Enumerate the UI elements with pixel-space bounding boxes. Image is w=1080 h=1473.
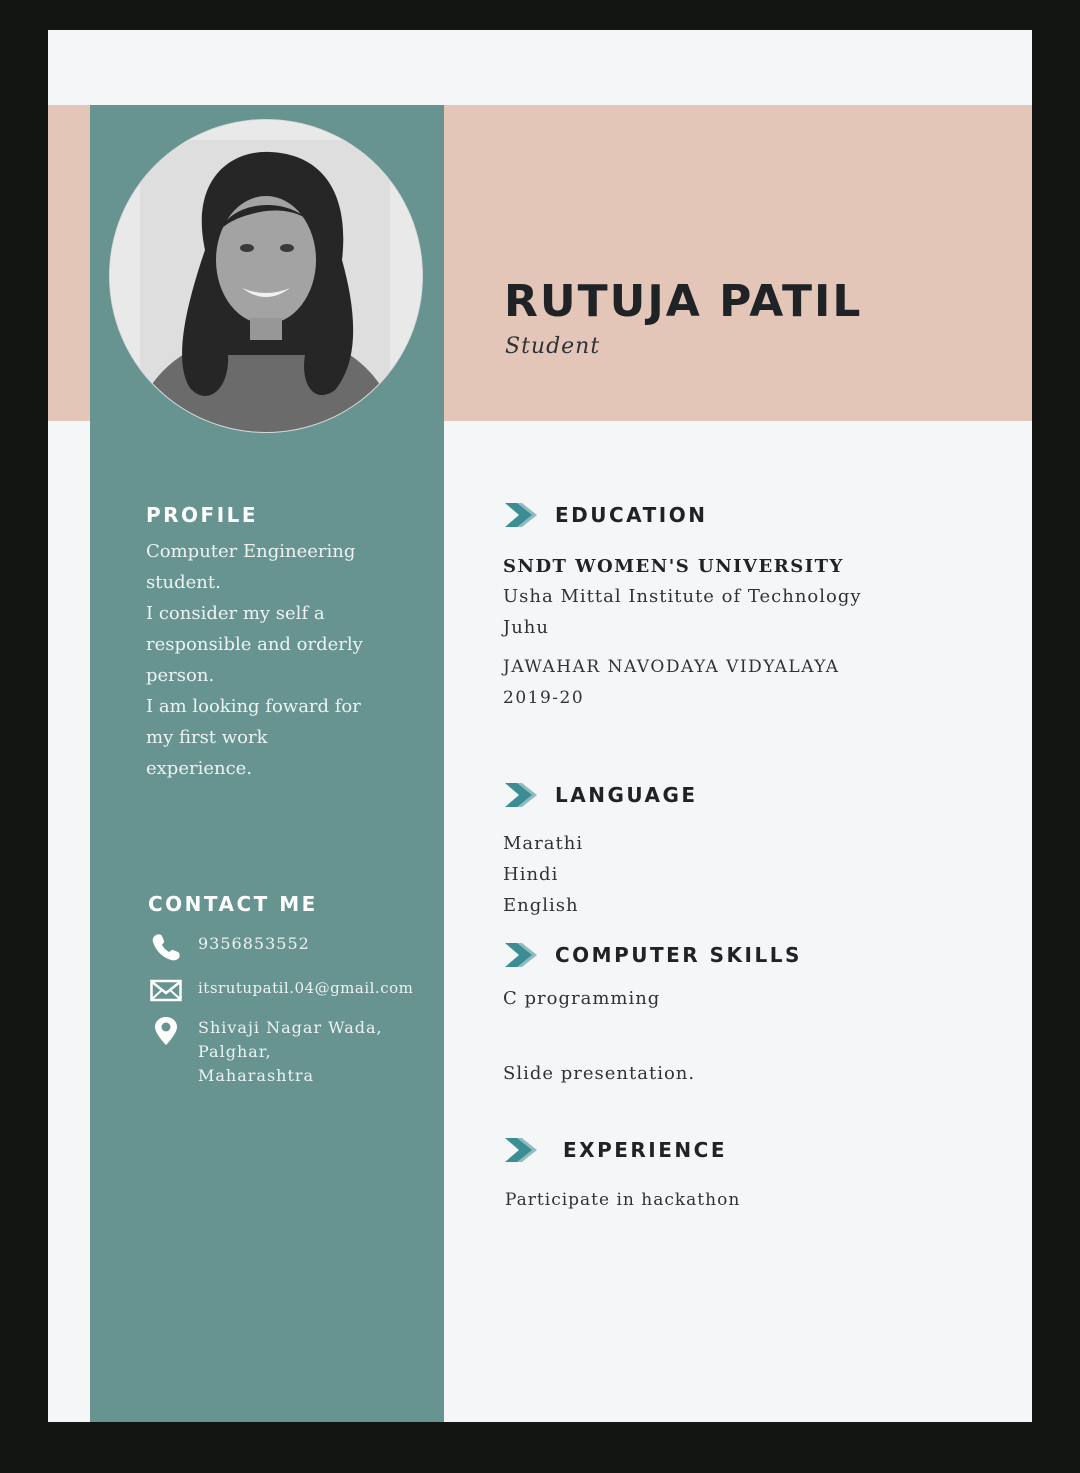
- education-institute: Usha Mittal Institute of Technology: [503, 586, 862, 607]
- profile-line: experience.: [146, 758, 253, 779]
- profile-line: I consider my self a: [146, 603, 325, 624]
- candidate-role: Student: [505, 334, 601, 359]
- profile-line: Computer Engineering: [146, 541, 356, 562]
- address-line: Maharashtra: [198, 1066, 315, 1085]
- address-line: Palghar,: [198, 1042, 272, 1061]
- profile-line: student.: [146, 572, 221, 593]
- contact-address: Shivaji Nagar Wada, Palghar, Maharashtra: [198, 1016, 383, 1088]
- contact-phone-row: 9356853552: [150, 932, 310, 962]
- profile-line: I am looking foward for: [146, 696, 361, 717]
- education-institute-block: Usha Mittal Institute of Technology Juhu: [503, 581, 862, 643]
- skill-item: Slide presentation.: [503, 1063, 696, 1084]
- contact-heading: CONTACT ME: [148, 892, 318, 916]
- education-university: SNDT WOMEN'S UNIVERSITY: [503, 556, 844, 577]
- language-item: English: [503, 895, 579, 916]
- profile-line: my first work: [146, 727, 268, 748]
- candidate-name: RUTUJA PATIL: [504, 276, 863, 327]
- experience-heading: EXPERIENCE: [563, 1138, 727, 1162]
- chevron-arrow-icon: [504, 941, 538, 969]
- profile-heading: PROFILE: [146, 503, 259, 527]
- location-pin-icon: [150, 1016, 182, 1046]
- contact-email-row: itsrutupatil.04@gmail.com: [150, 976, 413, 1006]
- education-heading: EDUCATION: [555, 503, 708, 527]
- chevron-arrow-icon: [504, 781, 538, 809]
- language-heading: LANGUAGE: [555, 783, 698, 807]
- profile-photo: [110, 120, 422, 432]
- profile-summary: Computer Engineering student. I consider…: [146, 536, 396, 784]
- education-school-block: JAWAHAR NAVODAYA VIDYALAYA 2019-20: [503, 652, 840, 714]
- language-list: Marathi Hindi English: [503, 828, 583, 921]
- language-item: Marathi: [503, 833, 584, 854]
- profile-line: person.: [146, 665, 215, 686]
- contact-email: itsrutupatil.04@gmail.com: [198, 979, 414, 997]
- profile-line: responsible and orderly: [146, 634, 363, 655]
- chevron-arrow-icon: [504, 1136, 538, 1164]
- skills-heading: COMPUTER SKILLS: [555, 943, 802, 967]
- phone-icon: [150, 932, 182, 962]
- skill-item: C programming: [503, 988, 661, 1009]
- resume-page: RUTUJA PATIL Student PROFILE Computer En…: [48, 30, 1032, 1422]
- mail-icon: [150, 976, 182, 1006]
- experience-item: Participate in hackathon: [505, 1190, 741, 1210]
- education-year: 2019-20: [503, 688, 585, 708]
- education-school: JAWAHAR NAVODAYA VIDYALAYA: [503, 657, 840, 677]
- chevron-arrow-icon: [504, 501, 538, 529]
- address-line: Shivaji Nagar Wada,: [198, 1018, 383, 1037]
- education-location: Juhu: [503, 617, 549, 638]
- language-item: Hindi: [503, 864, 559, 885]
- contact-address-row: Shivaji Nagar Wada, Palghar, Maharashtra: [150, 1016, 383, 1088]
- contact-phone: 9356853552: [198, 934, 310, 953]
